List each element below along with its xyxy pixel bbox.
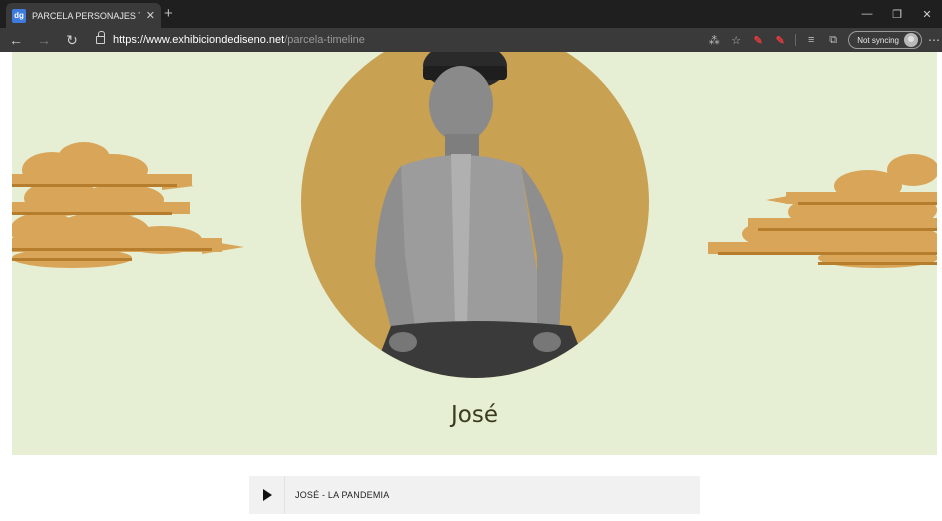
back-icon[interactable]: ← bbox=[4, 32, 28, 48]
tab-strip: dg PARCELA PERSONAJES TIMELINE ✕ + — ❐ ✕ bbox=[0, 0, 942, 28]
window-controls: — ❐ ✕ bbox=[852, 0, 942, 28]
more-icon[interactable]: ⋯ bbox=[926, 33, 942, 47]
person-name: José bbox=[451, 402, 498, 428]
profile-icon bbox=[904, 33, 918, 47]
collections-icon[interactable]: ⧉ bbox=[822, 34, 844, 47]
new-tab-icon[interactable]: + bbox=[164, 5, 173, 23]
tab-title: PARCELA PERSONAJES TIMELINE bbox=[32, 10, 140, 21]
audio-player: JOSÉ - LA PANDEMIA bbox=[249, 476, 700, 514]
cloud-right-illustration bbox=[708, 154, 937, 268]
favorites-icon[interactable]: ≡ bbox=[800, 34, 822, 46]
track-title: JOSÉ - LA PANDEMIA bbox=[295, 490, 390, 500]
lock-icon[interactable] bbox=[96, 31, 105, 44]
profile-sync-button[interactable]: Not syncing bbox=[848, 31, 922, 49]
play-icon bbox=[263, 489, 272, 501]
portrait-photo bbox=[371, 52, 591, 378]
toolbar-divider bbox=[795, 34, 797, 46]
favorite-star-icon[interactable]: ☆ bbox=[725, 34, 747, 47]
hero-section: José bbox=[12, 52, 937, 455]
site-favicon-icon: dg bbox=[12, 8, 26, 23]
url-path: /parcela-timeline bbox=[284, 34, 365, 46]
portrait-circle bbox=[301, 52, 649, 378]
restore-icon[interactable]: ❐ bbox=[882, 8, 912, 21]
url-host: https://www.exhibiciondediseno.net bbox=[113, 34, 285, 46]
tab-close-icon[interactable]: ✕ bbox=[146, 9, 155, 22]
extension-icon[interactable]: ✎ bbox=[747, 34, 769, 47]
refresh-icon[interactable]: ↻ bbox=[60, 32, 84, 49]
minimize-icon[interactable]: — bbox=[852, 8, 882, 20]
browser-tab[interactable]: dg PARCELA PERSONAJES TIMELINE ✕ bbox=[6, 3, 161, 28]
address-bar: ← → ↻ https://www.exhibiciondediseno.net… bbox=[0, 28, 942, 52]
read-aloud-icon[interactable]: ⁂ bbox=[703, 34, 725, 47]
url-field[interactable]: https://www.exhibiciondediseno.net/parce… bbox=[113, 34, 365, 46]
close-window-icon[interactable]: ✕ bbox=[912, 8, 942, 21]
cloud-left-illustration bbox=[12, 142, 244, 268]
forward-icon[interactable]: → bbox=[32, 32, 56, 48]
sync-label: Not syncing bbox=[857, 35, 899, 45]
extension-icon-2[interactable]: ✎ bbox=[769, 34, 791, 47]
play-button[interactable] bbox=[249, 476, 285, 514]
toolbar-icons: ⁂ ☆ ✎ ✎ ≡ ⧉ Not syncing ⋯ bbox=[703, 28, 942, 52]
